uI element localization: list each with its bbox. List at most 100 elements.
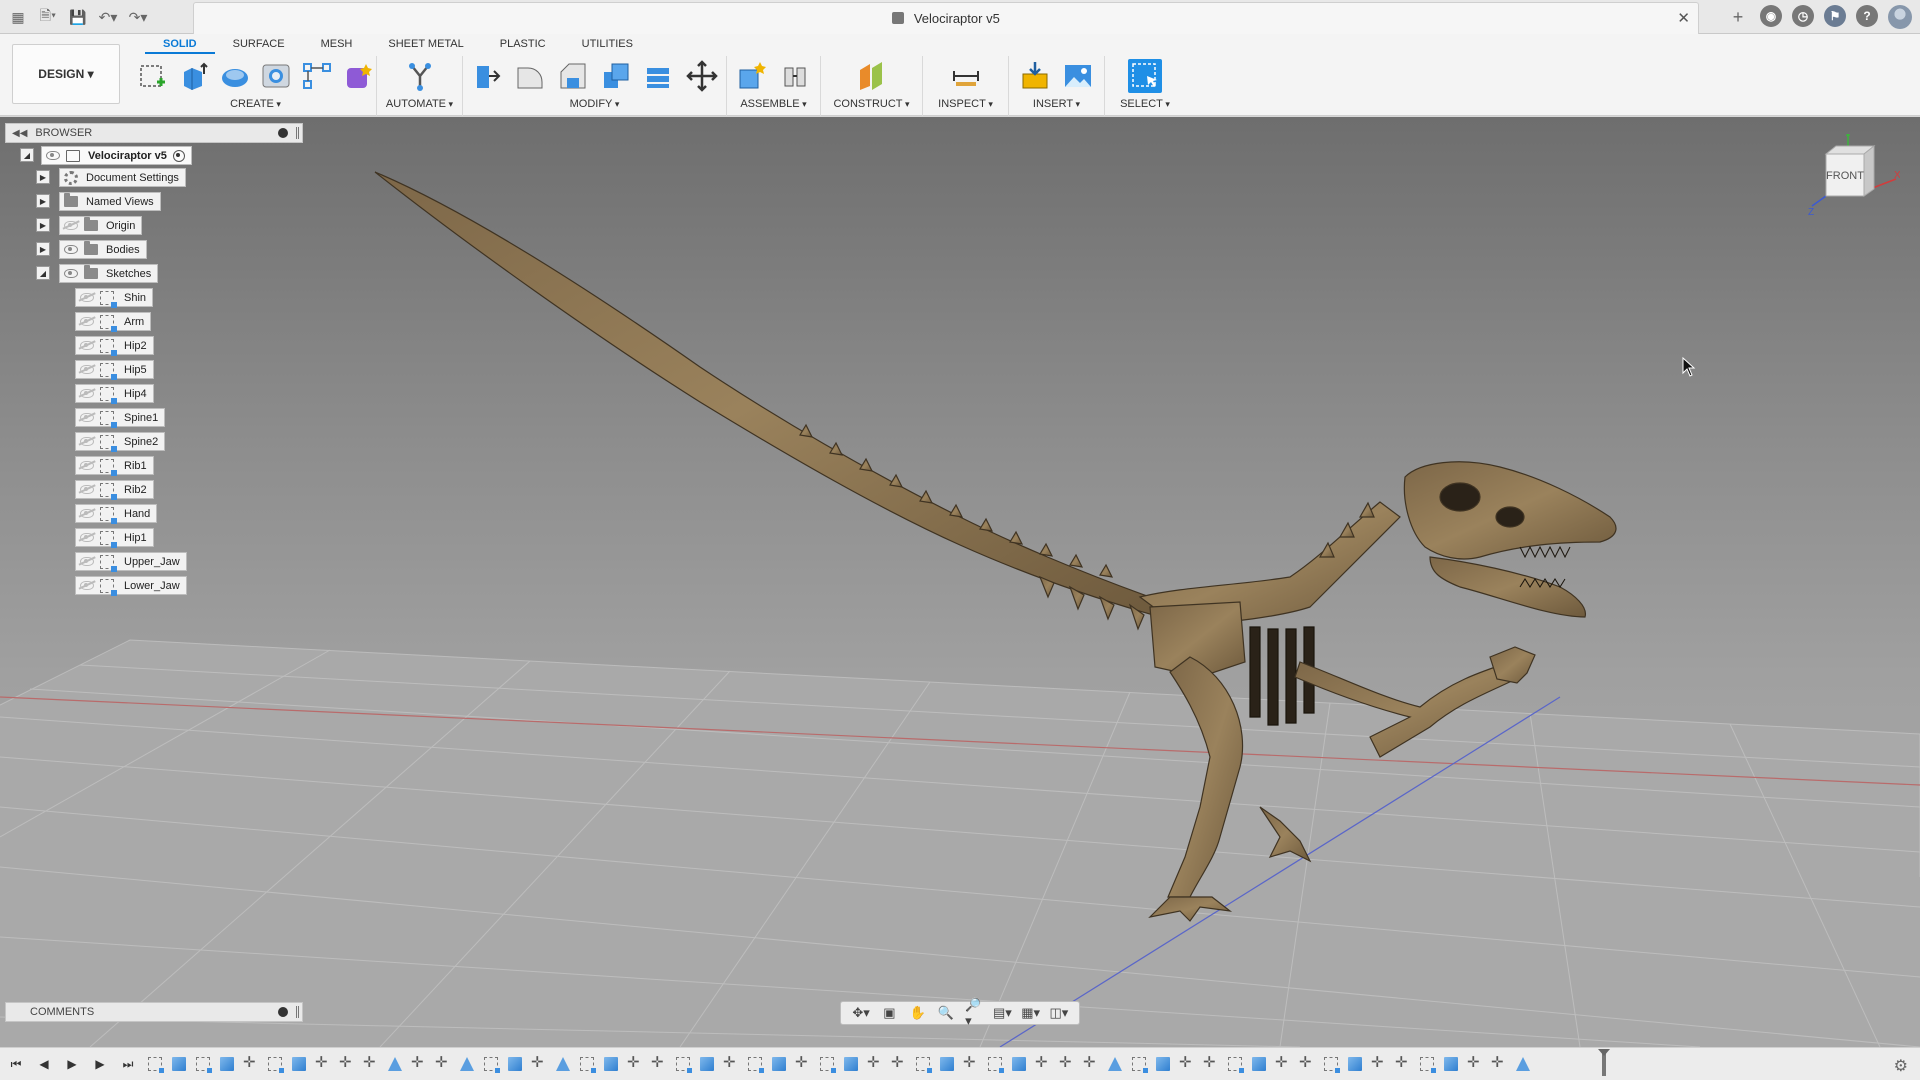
extrude-icon[interactable]	[178, 59, 210, 93]
eye-hidden-icon[interactable]	[80, 389, 94, 398]
timeline-sketch-feature[interactable]	[148, 1057, 164, 1073]
timeline-marker[interactable]	[1598, 1049, 1610, 1076]
root-expander-icon[interactable]: ◢	[20, 148, 34, 162]
timeline-mirror-feature[interactable]	[460, 1057, 474, 1071]
timeline-sketch-feature[interactable]	[196, 1057, 212, 1073]
inspect-menu[interactable]: INSPECT	[929, 98, 1002, 110]
timeline-extrude-feature[interactable]	[292, 1057, 306, 1071]
timeline-move-feature[interactable]	[1370, 1053, 1388, 1072]
redo-icon[interactable]: ↷▾	[126, 5, 150, 29]
tree-item-origin[interactable]: Origin	[59, 216, 143, 235]
move-copy-icon[interactable]	[685, 59, 719, 93]
revolve-icon[interactable]	[219, 59, 251, 93]
timeline-extrude-feature[interactable]	[172, 1057, 186, 1071]
eye-hidden-icon[interactable]	[80, 533, 94, 542]
timeline-move-feature[interactable]	[314, 1053, 332, 1072]
eye-icon[interactable]	[64, 269, 78, 278]
panel-grip-icon[interactable]	[296, 1006, 299, 1018]
fillet-icon[interactable]	[513, 59, 547, 93]
panel-grip-icon[interactable]	[296, 127, 299, 139]
assemble-menu[interactable]: ASSEMBLE	[733, 98, 814, 110]
tab-sheet-metal[interactable]: SHEET METAL	[370, 34, 481, 54]
timeline-extrude-feature[interactable]	[844, 1057, 858, 1071]
chamfer-icon[interactable]	[556, 59, 590, 93]
press-pull-icon[interactable]	[470, 59, 504, 93]
timeline-mirror-feature[interactable]	[388, 1057, 402, 1071]
timeline-move-feature[interactable]	[410, 1053, 428, 1072]
close-tab-icon[interactable]: ✕	[1677, 9, 1690, 27]
timeline-move-feature[interactable]	[890, 1053, 908, 1072]
pin-icon[interactable]	[278, 128, 288, 138]
look-at-icon[interactable]: ▣	[880, 1005, 898, 1021]
sketch-item[interactable]: Hip5	[75, 360, 154, 380]
shell-icon[interactable]	[599, 59, 633, 93]
automate-menu[interactable]: AUTOMATE	[383, 98, 456, 110]
timeline-sketch-feature[interactable]	[268, 1057, 284, 1073]
timeline-extrude-feature[interactable]	[508, 1057, 522, 1071]
timeline-move-feature[interactable]	[1058, 1053, 1076, 1072]
eye-hidden-icon[interactable]	[64, 221, 78, 230]
sketch-item[interactable]: Hand	[75, 504, 158, 524]
timeline-mirror-feature[interactable]	[1516, 1057, 1530, 1071]
eye-hidden-icon[interactable]	[80, 437, 94, 446]
timeline-move-feature[interactable]	[338, 1053, 356, 1072]
timeline-move-feature[interactable]	[1274, 1053, 1292, 1072]
canvas-icon[interactable]	[1061, 59, 1095, 93]
eye-hidden-icon[interactable]	[80, 317, 94, 326]
sketch-item[interactable]: Rib2	[75, 480, 154, 500]
new-tab-icon[interactable]: +	[1726, 5, 1750, 29]
eye-hidden-icon[interactable]	[80, 461, 94, 470]
joint-icon[interactable]	[778, 59, 812, 93]
sketch-item[interactable]: Hip1	[75, 528, 154, 548]
create-sketch-icon[interactable]	[137, 59, 169, 93]
timeline-sketch-feature[interactable]	[676, 1057, 692, 1073]
select-icon[interactable]	[1128, 59, 1162, 93]
timeline-mirror-feature[interactable]	[556, 1057, 570, 1071]
fit-icon[interactable]: 🔎▾	[965, 997, 983, 1028]
timeline-extrude-feature[interactable]	[1348, 1057, 1362, 1071]
timeline-extrude-feature[interactable]	[604, 1057, 618, 1071]
create-menu[interactable]: CREATE	[141, 98, 370, 110]
save-icon[interactable]: 💾	[66, 5, 90, 29]
collapse-panel-icon[interactable]: ◀◀	[12, 128, 27, 139]
insert-derive-icon[interactable]	[1018, 59, 1052, 93]
insert-menu[interactable]: INSERT	[1015, 98, 1098, 110]
zoom-icon[interactable]: 🔍	[937, 1005, 955, 1021]
timeline-extrude-feature[interactable]	[940, 1057, 954, 1071]
eye-hidden-icon[interactable]	[80, 365, 94, 374]
tree-item-document-settings[interactable]: Document Settings	[59, 168, 186, 187]
eye-hidden-icon[interactable]	[80, 413, 94, 422]
eye-hidden-icon[interactable]	[80, 509, 94, 518]
eye-hidden-icon[interactable]	[80, 581, 94, 590]
sketch-item[interactable]: Spine1	[75, 408, 166, 428]
timeline-move-feature[interactable]	[866, 1053, 884, 1072]
timeline-sketch-feature[interactable]	[580, 1057, 596, 1073]
measure-icon[interactable]	[949, 59, 983, 93]
pattern-icon[interactable]	[301, 59, 333, 93]
tree-root[interactable]: Velociraptor v5	[41, 146, 192, 165]
go-to-start-icon[interactable]: ⏮	[8, 1056, 24, 1072]
automate-icon[interactable]	[403, 59, 437, 93]
tree-item-named-views[interactable]: Named Views	[59, 192, 161, 211]
add-comment-icon[interactable]	[278, 1007, 288, 1017]
timeline-move-feature[interactable]	[1298, 1053, 1316, 1072]
sketch-item[interactable]: Hip2	[75, 336, 154, 356]
expand-arrow-icon[interactable]: ▶	[36, 194, 50, 208]
expand-arrow-icon[interactable]: ▶	[36, 170, 50, 184]
timeline-sketch-feature[interactable]	[1324, 1057, 1340, 1073]
timeline-sketch-feature[interactable]	[1228, 1057, 1244, 1073]
sketch-item[interactable]: Hip4	[75, 384, 154, 404]
eye-hidden-icon[interactable]	[80, 341, 94, 350]
timeline-extrude-feature[interactable]	[1156, 1057, 1170, 1071]
timeline-move-feature[interactable]	[1490, 1053, 1508, 1072]
timeline-sketch-feature[interactable]	[1132, 1057, 1148, 1073]
app-grid-icon[interactable]: ▦	[6, 5, 30, 29]
timeline-move-feature[interactable]	[362, 1053, 380, 1072]
timeline-move-feature[interactable]	[434, 1053, 452, 1072]
timeline-move-feature[interactable]	[1202, 1053, 1220, 1072]
timeline-move-feature[interactable]	[626, 1053, 644, 1072]
timeline-extrude-feature[interactable]	[772, 1057, 786, 1071]
timeline-sketch-feature[interactable]	[1420, 1057, 1436, 1073]
eye-hidden-icon[interactable]	[80, 485, 94, 494]
eye-hidden-icon[interactable]	[80, 293, 94, 302]
